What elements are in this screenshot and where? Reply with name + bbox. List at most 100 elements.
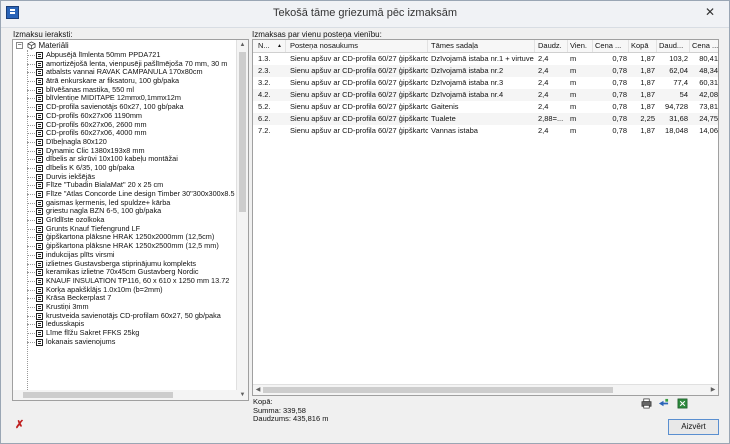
print-icon[interactable] [641, 398, 652, 409]
column-header[interactable]: Tāmes sadaļa [429, 40, 535, 52]
table-cell: 14,06 [699, 126, 718, 135]
document-icon [36, 173, 43, 181]
scroll-thumb[interactable] [23, 392, 173, 398]
column-header[interactable]: Daud... [657, 40, 690, 52]
table-cell: 2,88=... [538, 114, 564, 123]
document-icon [36, 277, 43, 285]
scroll-down-icon[interactable]: ▼ [237, 390, 248, 400]
document-icon [36, 156, 43, 164]
tree-item-label: CD-profils 60x27x06 1190mm [46, 110, 142, 120]
document-icon [36, 217, 43, 225]
table-cell: Dzīvojamā istaba nr.2 [431, 66, 504, 75]
document-icon [36, 104, 43, 112]
tree-item[interactable]: lokanais savienojums [27, 337, 245, 347]
table-row[interactable]: 3.2. Sienu apšuv ar CD-profila 60/27 ģipš… [253, 77, 718, 89]
tree-horizontal-scrollbar[interactable] [13, 390, 237, 400]
scroll-up-icon[interactable]: ▲ [237, 40, 248, 50]
grid-header: N... Posteņa nosaukums Tāmes sadaļa Daudz. V… [253, 40, 718, 53]
tree-item-label: dībelis ar skrūvi 10x100 kabeļu montāžai [46, 154, 178, 164]
tree-item-label: KNAUF INSULATION TP116, 60 x 610 x 1250 … [46, 275, 230, 285]
table-cell: Sienu apšuv ar CD-profila 60/27 ģipškart… [290, 126, 428, 135]
delete-icon[interactable]: ✗ [15, 418, 24, 431]
close-button[interactable]: Aizvērt [668, 419, 719, 435]
table-cell: 24,75 [699, 114, 718, 123]
cost-records-label: Izmaksu ieraksti: [13, 30, 73, 39]
cube-icon [27, 41, 36, 50]
document-icon [36, 199, 43, 207]
table-cell: 103,2 [669, 54, 688, 63]
tree-item-label: ģipškartona plāksne HRAK 1250x2500mm (12… [46, 241, 219, 251]
table-cell: 2,4 [538, 126, 549, 135]
tree-root-label: Materiāli [38, 41, 69, 50]
table-cell: m [570, 54, 577, 63]
tree-item-label: izlietnes Gustavsberga stiprinājumu komp… [46, 258, 197, 268]
table-cell: m [570, 66, 577, 75]
document-icon [36, 321, 43, 329]
tree-item-label: CD-profila savienotājs 60x27, 100 gb/pak… [46, 102, 184, 112]
table-cell: 1,87 [640, 90, 655, 99]
column-header[interactable]: Cena ... [690, 40, 718, 52]
export-icon[interactable] [658, 398, 669, 409]
table-row[interactable]: 6.2. Sienu apšuv ar CD-profila 60/27 ģipš… [253, 113, 718, 125]
document-icon [36, 330, 43, 337]
scroll-right-icon[interactable]: ▶ [708, 385, 718, 395]
column-header[interactable]: Vien. [568, 40, 593, 52]
table-cell: 1,87 [640, 54, 655, 63]
document-icon [36, 182, 43, 190]
document-icon [36, 303, 43, 311]
table-cell: 31,68 [669, 114, 688, 123]
table-row[interactable]: 1.3. Sienu apšuv ar CD-profila 60/27 ģipš… [253, 53, 718, 65]
table-cell: 2,4 [538, 102, 549, 111]
table-cell: 0,78 [612, 126, 627, 135]
tree-item-label: Flīze "Tubadin BialaMat" 20 x 25 cm [46, 180, 164, 190]
tree-vertical-scrollbar[interactable]: ▲ ▼ [236, 40, 248, 400]
scroll-thumb[interactable] [239, 52, 246, 212]
table-row[interactable]: 4.2. Sienu apšuv ar CD-profila 60/27 ģipš… [253, 89, 718, 101]
column-header[interactable]: Kopā [629, 40, 657, 52]
table-cell: 0,78 [612, 66, 627, 75]
cost-records-tree[interactable]: − Materiāli Abpusējā līmlenta 50mm PPDA7… [12, 39, 249, 401]
sort-ascending-icon: ▲ [277, 43, 282, 49]
grid-horizontal-scrollbar[interactable]: ◀ ▶ [253, 384, 718, 395]
table-cell: 73,81 [699, 102, 718, 111]
document-icon [36, 234, 43, 242]
document-icon [36, 95, 43, 103]
tree-item-label: Grunts Knauf Tiefengrund LF [46, 223, 141, 233]
column-header[interactable]: Cena ... [593, 40, 629, 52]
table-cell: 54 [679, 90, 688, 99]
tree-item-label: Krustiņi 3mm [46, 301, 89, 311]
table-cell: 0,78 [612, 90, 627, 99]
table-cell: Vannas istaba [431, 126, 478, 135]
document-icon [36, 147, 43, 155]
document-icon [36, 225, 43, 233]
table-cell: Dzīvojamā istaba nr.1 + virtuve [431, 54, 534, 63]
table-cell: 5.2. [258, 102, 271, 111]
excel-icon[interactable] [677, 398, 688, 409]
table-cell: 7.2. [258, 126, 271, 135]
table-cell: 1,87 [640, 66, 655, 75]
collapse-icon[interactable]: − [16, 42, 23, 50]
document-icon [36, 112, 43, 120]
table-cell: 0,78 [612, 114, 627, 123]
table-cell: 62,04 [669, 66, 688, 75]
table-cell: m [570, 126, 577, 135]
scroll-thumb[interactable] [263, 387, 613, 393]
tree-item-label: griestu nagla BZN 6-5, 100 gb/paka [46, 206, 162, 216]
table-cell: 6.2. [258, 114, 271, 123]
column-header[interactable]: Daudz. [536, 40, 568, 52]
document-icon [36, 164, 43, 172]
unit-costs-grid[interactable]: N... Posteņa nosaukums Tāmes sadaļa Daudz. V… [252, 39, 719, 396]
table-row[interactable]: 5.2. Sienu apšuv ar CD-profila 60/27 ģipš… [253, 101, 718, 113]
table-cell: 1,87 [640, 78, 655, 87]
table-row[interactable]: 7.2. Sienu apšuv ar CD-profila 60/27 ģipš… [253, 125, 718, 137]
document-icon [36, 191, 43, 198]
table-cell: m [570, 114, 577, 123]
scroll-left-icon[interactable]: ◀ [253, 385, 263, 395]
table-cell: 77,4 [673, 78, 688, 87]
table-row[interactable]: 2.3. Sienu apšuv ar CD-profila 60/27 ģipš… [253, 65, 718, 77]
window-close-button[interactable]: ✕ [699, 4, 721, 20]
tree-item-label: Durvis iekšējās [46, 171, 96, 181]
tree-item-label: keramikas izlietne 70x45cm Gustavberg No… [46, 267, 199, 277]
column-header[interactable]: Posteņa nosaukums [288, 40, 428, 52]
table-cell: Sienu apšuv ar CD-profila 60/27 ģipškart… [290, 102, 428, 111]
